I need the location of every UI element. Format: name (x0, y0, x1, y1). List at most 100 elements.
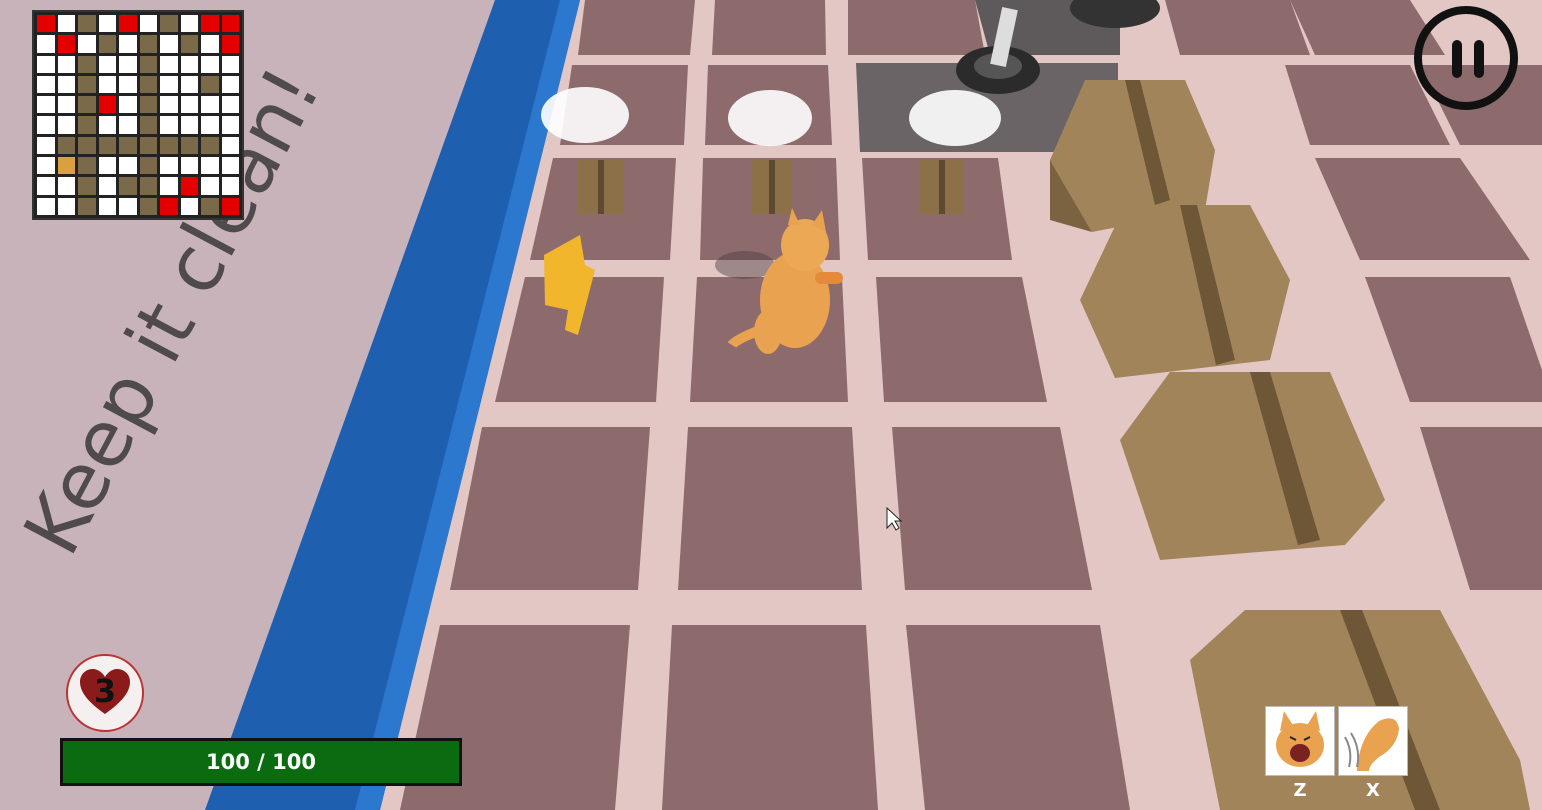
minimap-cell (139, 55, 157, 73)
minimap-cell (37, 177, 55, 195)
minimap-cell (78, 96, 96, 114)
minimap-cell (98, 96, 116, 114)
minimap-cell (119, 177, 137, 195)
minimap-cell (119, 75, 137, 94)
minimap-cell (78, 55, 96, 73)
minimap-cell (180, 75, 198, 94)
minimap-cell (160, 177, 178, 195)
minimap-cell (57, 136, 75, 155)
minimap-cell (201, 197, 219, 215)
minimap-cell (139, 136, 157, 155)
minimap-cell (119, 15, 137, 33)
minimap-cell (119, 35, 137, 53)
minimap-cell (180, 116, 198, 134)
minimap-cell (37, 116, 55, 134)
minimap-cell (180, 15, 198, 33)
minimap-cell (201, 136, 219, 155)
minimap-cell (139, 35, 157, 53)
minimap-cell (57, 157, 75, 175)
cat-claw-icon (1344, 718, 1399, 771)
minimap-cell (201, 157, 219, 175)
lives-count: 3 (93, 672, 117, 710)
minimap-cell (201, 55, 219, 73)
minimap-cell (57, 177, 75, 195)
minimap-cell (119, 197, 137, 215)
minimap-cell (37, 96, 55, 114)
minimap-cell (221, 197, 239, 215)
minimap-cell (139, 116, 157, 134)
minimap-cell (98, 177, 116, 195)
minimap-cell (180, 157, 198, 175)
minimap-cell (98, 75, 116, 94)
minimap-cell (37, 136, 55, 155)
minimap-cell (57, 197, 75, 215)
minimap-cell (160, 75, 178, 94)
minimap-cell (160, 116, 178, 134)
minimap-cell (57, 35, 75, 53)
minimap-cell (119, 157, 137, 175)
minimap-cell (57, 96, 75, 114)
minimap-cell (160, 96, 178, 114)
minimap-cell (98, 197, 116, 215)
minimap-cell (37, 55, 55, 73)
cat-roar-icon (1276, 711, 1324, 767)
minimap-cell (160, 35, 178, 53)
minimap-cell (139, 157, 157, 175)
minimap-cell (98, 157, 116, 175)
minimap-cell (221, 35, 239, 53)
health-bar-fill: 100 / 100 (63, 741, 459, 783)
minimap-cell (78, 157, 96, 175)
minimap-cell (221, 157, 239, 175)
minimap-cell (57, 55, 75, 73)
minimap-cell (78, 136, 96, 155)
minimap-cell (98, 55, 116, 73)
minimap-cell (201, 75, 219, 94)
minimap-cell (119, 136, 137, 155)
minimap-cell (98, 136, 116, 155)
health-bar: 100 / 100 (60, 738, 462, 786)
minimap-cell (180, 35, 198, 53)
minimap-cell (78, 197, 96, 215)
minimap-cell (139, 75, 157, 94)
ability-x-button[interactable] (1338, 706, 1408, 776)
pause-icon-bar-right (1474, 40, 1484, 78)
minimap-cell (139, 197, 157, 215)
minimap-cell (98, 35, 116, 53)
lives-indicator: 3 (66, 654, 144, 732)
minimap-cell (78, 177, 96, 195)
minimap (32, 10, 244, 220)
minimap-cell (201, 15, 219, 33)
minimap-cell (201, 116, 219, 134)
minimap-cell (180, 136, 198, 155)
minimap-cell (201, 177, 219, 195)
minimap-cell (180, 96, 198, 114)
pause-icon-bar-left (1452, 40, 1462, 78)
minimap-cell (98, 116, 116, 134)
minimap-cell (37, 75, 55, 94)
minimap-cell (57, 116, 75, 134)
minimap-cell (201, 96, 219, 114)
minimap-cell (119, 96, 137, 114)
minimap-cell (78, 35, 96, 53)
minimap-cell (160, 15, 178, 33)
minimap-cell (119, 116, 137, 134)
minimap-cell (221, 136, 239, 155)
ability-z-button[interactable] (1265, 706, 1335, 776)
pause-button[interactable] (1414, 6, 1518, 110)
minimap-cell (119, 55, 137, 73)
minimap-cell (78, 15, 96, 33)
minimap-cell (221, 116, 239, 134)
minimap-cell (180, 177, 198, 195)
minimap-cell (160, 136, 178, 155)
minimap-cell (180, 197, 198, 215)
minimap-cell (221, 55, 239, 73)
minimap-cell (37, 197, 55, 215)
ability-z-key-label: Z (1293, 780, 1307, 801)
health-text: 100 / 100 (206, 750, 316, 774)
minimap-cell (221, 177, 239, 195)
minimap-cell (37, 35, 55, 53)
minimap-cell (139, 177, 157, 195)
ability-x-key-label: X (1366, 780, 1380, 801)
minimap-cell (201, 35, 219, 53)
minimap-cell (37, 157, 55, 175)
